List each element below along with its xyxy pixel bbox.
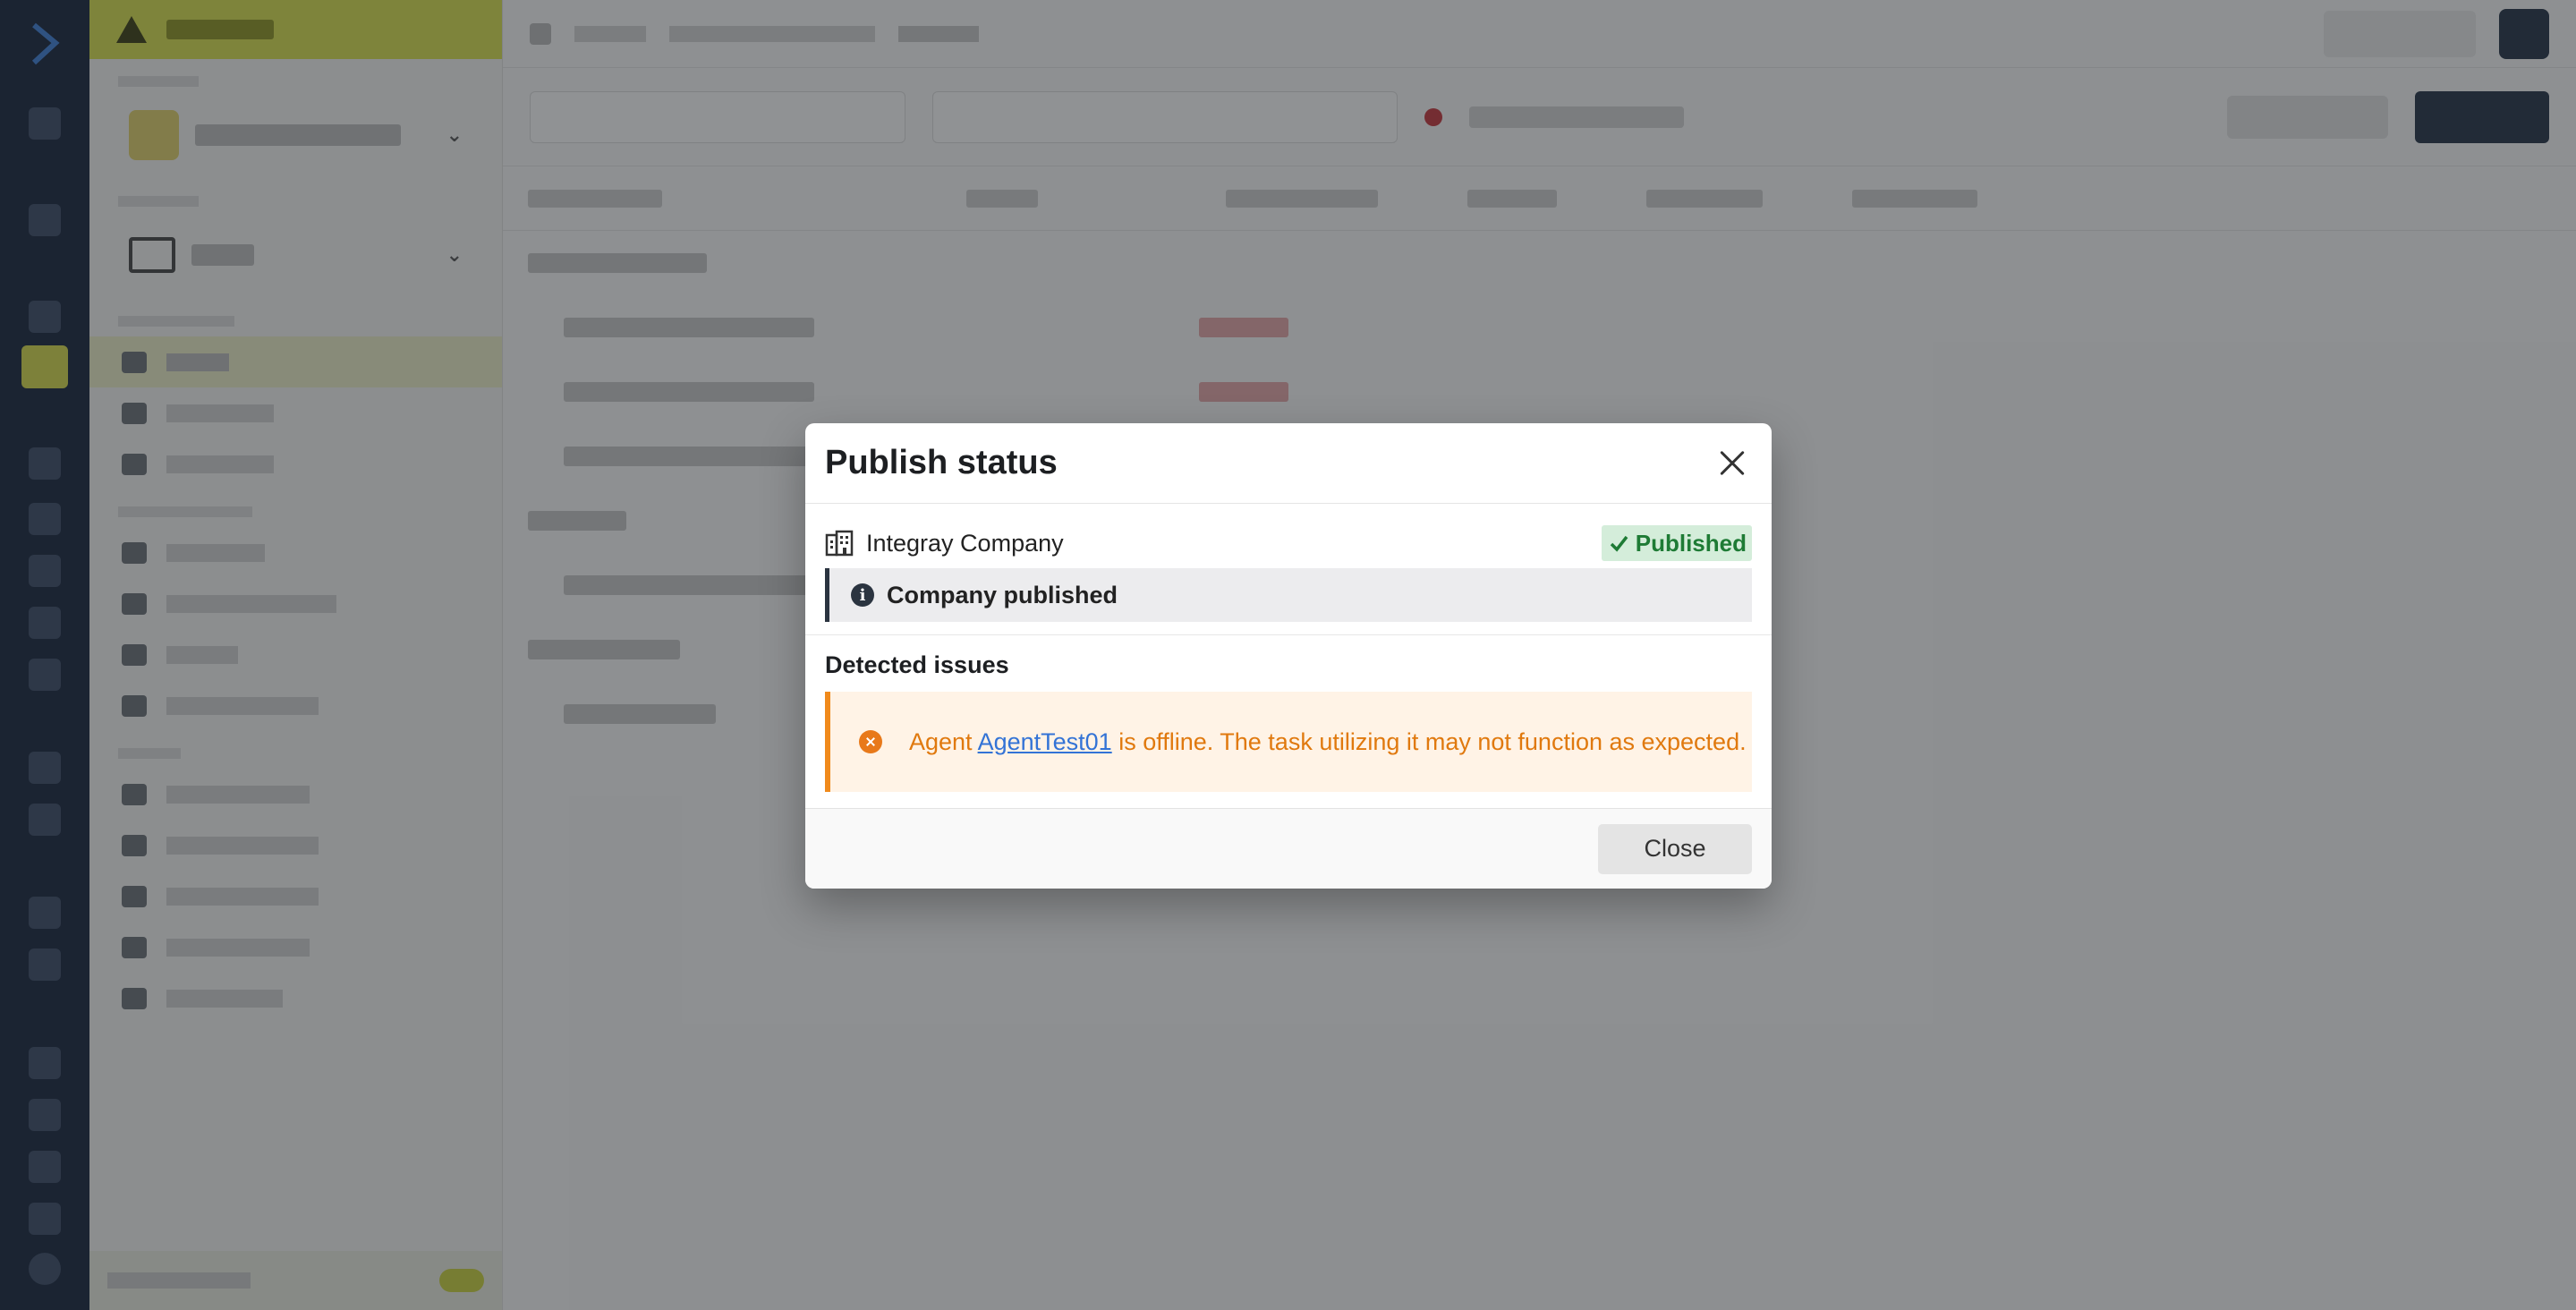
- dialog-title: Publish status: [825, 444, 1058, 481]
- info-message-text: Company published: [887, 581, 1118, 608]
- issue-message: Agent AgentTest01 is offline. The task u…: [909, 728, 1747, 756]
- info-icon: i: [851, 583, 874, 607]
- issue-alert: Agent AgentTest01 is offline. The task u…: [825, 692, 1752, 792]
- check-icon: [1610, 535, 1628, 552]
- dialog-body: Integray Company Published i Company pub…: [805, 504, 1772, 792]
- company-name: Integray Company: [866, 529, 1064, 557]
- divider: [805, 634, 1772, 635]
- dialog-header: Publish status: [805, 423, 1772, 504]
- issue-suffix: is offline. The task utilizing it may no…: [1118, 727, 1747, 755]
- building-icon: [825, 530, 854, 557]
- status-badge: Published: [1601, 525, 1752, 561]
- dialog-footer: Close: [805, 808, 1772, 889]
- info-message: i Company published: [825, 568, 1752, 622]
- error-circle-icon: [859, 730, 882, 753]
- company-status-row: Integray Company Published: [825, 525, 1752, 561]
- issues-heading: Detected issues: [825, 651, 1009, 678]
- agent-link[interactable]: AgentTest01: [978, 728, 1112, 755]
- publish-status-dialog: Publish status Integray Company Publishe…: [805, 423, 1772, 889]
- status-badge-label: Published: [1635, 529, 1747, 557]
- close-icon[interactable]: [1713, 444, 1752, 483]
- close-button[interactable]: Close: [1598, 823, 1752, 874]
- issue-prefix: Agent: [909, 727, 973, 755]
